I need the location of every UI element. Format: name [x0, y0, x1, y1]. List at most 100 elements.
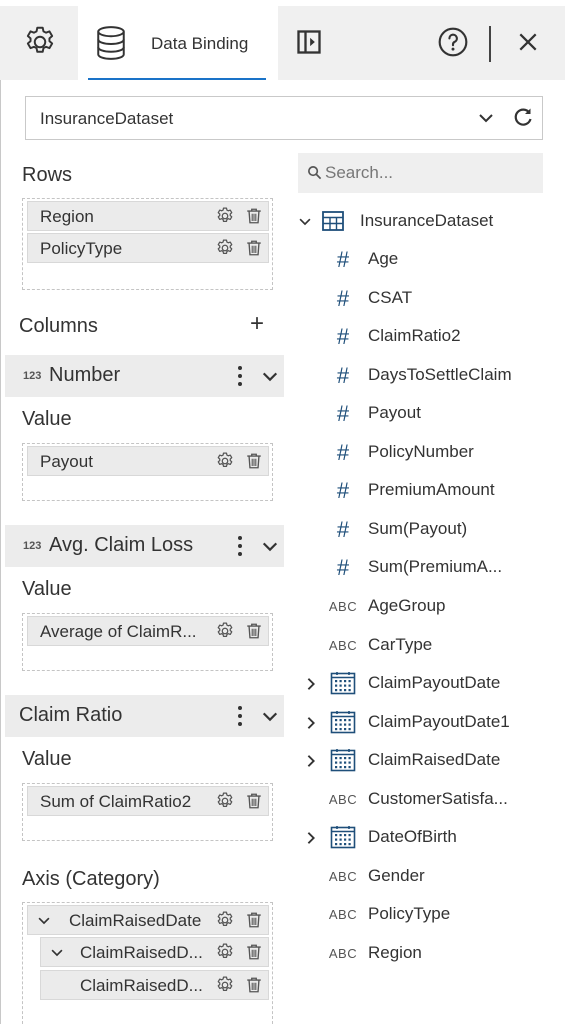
field-search[interactable]: Search... [298, 153, 543, 193]
tree-field-item[interactable]: ClaimPayoutDate1 [307, 706, 558, 738]
tree-field-item[interactable]: # DaysToSettleClaim [328, 359, 558, 391]
tree-field-item[interactable]: ABC PolicyType [328, 898, 558, 930]
value-label: Value [22, 578, 72, 600]
tree-field-label: CustomerSatisfa... [368, 789, 508, 808]
group-header-number[interactable]: 123 Number [5, 355, 284, 397]
help-button[interactable] [430, 6, 476, 78]
chevron-right-icon[interactable] [306, 716, 316, 730]
more-vertical-icon[interactable] [237, 365, 243, 387]
value-label: Value [22, 748, 72, 770]
rows-chip-label: PolicyType [40, 239, 123, 258]
toolbar-divider [489, 26, 491, 62]
gear-icon[interactable] [215, 206, 235, 226]
tree-field-label: DateOfBirth [368, 827, 457, 846]
tree-field-label: CarType [368, 635, 433, 654]
trash-icon[interactable] [245, 911, 263, 929]
dataset-select[interactable]: InsuranceDataset [25, 96, 543, 140]
tree-field-item[interactable]: ABC CustomerSatisfa... [328, 783, 558, 815]
value-dropzone[interactable]: Payout [22, 443, 273, 501]
tree-field-item[interactable]: ABC Region [328, 937, 558, 969]
refresh-icon[interactable] [511, 105, 535, 129]
gear-icon[interactable] [215, 621, 235, 641]
trash-icon[interactable] [245, 207, 263, 225]
gear-icon[interactable] [215, 910, 235, 930]
settings-tab[interactable] [12, 6, 68, 78]
close-button[interactable] [505, 6, 551, 78]
calendar-icon [330, 826, 356, 849]
gear-icon[interactable] [215, 451, 235, 471]
trash-icon[interactable] [245, 943, 263, 961]
chevron-down-icon[interactable] [260, 708, 280, 726]
rows-label: Rows [22, 164, 73, 186]
tree-field-item[interactable]: # Sum(Payout) [328, 513, 558, 545]
tree-field-item[interactable]: ABC Gender [328, 860, 558, 892]
tree-field-item[interactable]: DateOfBirth [307, 821, 558, 853]
gear-icon[interactable] [215, 791, 235, 811]
gear-icon[interactable] [215, 975, 235, 995]
rows-dropzone[interactable]: Region PolicyType [22, 198, 273, 290]
value-chip[interactable]: Average of ClaimR... [27, 616, 269, 646]
tab-data-binding[interactable]: Data Binding [78, 6, 278, 80]
rows-chip-label: Region [40, 207, 94, 226]
tree-field-item[interactable]: # Age [328, 243, 558, 275]
tree-field-item[interactable]: # PolicyNumber [328, 436, 558, 468]
tree-field-item[interactable]: ABC AgeGroup [328, 590, 558, 622]
value-dropzone[interactable]: Average of ClaimR... [22, 613, 273, 671]
value-chip[interactable]: Payout [27, 446, 269, 476]
tree-field-item[interactable]: # PremiumAmount [328, 474, 558, 506]
chevron-down-icon[interactable] [50, 947, 64, 959]
gear-icon [26, 26, 54, 53]
chevron-down-icon[interactable] [298, 216, 312, 228]
tree-field-label: PolicyNumber [368, 442, 474, 461]
value-chip[interactable]: Sum of ClaimRatio2 [27, 786, 269, 816]
trash-icon[interactable] [245, 792, 263, 810]
tree-field-item[interactable]: # Payout [328, 397, 558, 429]
tree-field-label: ClaimRatio2 [368, 326, 461, 345]
tree-field-label: ClaimPayoutDate1 [368, 712, 510, 731]
trash-icon[interactable] [245, 622, 263, 640]
trash-icon[interactable] [245, 239, 263, 257]
search-placeholder: Search... [325, 163, 394, 182]
group-header-avg-claim-loss[interactable]: 123 Avg. Claim Loss [5, 525, 284, 567]
chevron-down-icon[interactable] [260, 368, 280, 386]
rows-chip[interactable]: Region [27, 201, 269, 231]
gear-icon[interactable] [215, 238, 235, 258]
value-dropzone[interactable]: Sum of ClaimRatio2 [22, 783, 273, 841]
more-vertical-icon[interactable] [237, 705, 243, 727]
axis-chip[interactable]: ClaimRaisedD... [40, 937, 269, 967]
chevron-down-icon [479, 114, 493, 123]
chevron-right-icon[interactable] [306, 831, 316, 845]
axis-chip-label: ClaimRaisedD... [80, 943, 203, 962]
group-header-claim-ratio[interactable]: Claim Ratio [5, 695, 284, 737]
axis-dropzone[interactable]: ClaimRaisedDate ClaimRaisedD... ClaimRai… [22, 902, 273, 1024]
tree-field-item[interactable]: ABC CarType [328, 629, 558, 661]
tree-field-label: Payout [368, 403, 421, 422]
chevron-down-icon[interactable] [37, 915, 51, 927]
tree-root-dataset[interactable]: InsuranceDataset [298, 205, 558, 237]
numeric-badge: 123 [23, 370, 42, 382]
number-type-icon: # [336, 478, 350, 503]
more-vertical-icon[interactable] [237, 535, 243, 557]
trash-icon[interactable] [245, 976, 263, 994]
axis-chip[interactable]: ClaimRaisedD... [40, 970, 269, 1000]
group-title: Avg. Claim Loss [49, 534, 194, 556]
rows-chip[interactable]: PolicyType [27, 233, 269, 263]
chevron-down-icon[interactable] [260, 538, 280, 556]
chevron-right-icon[interactable] [306, 754, 316, 768]
tree-field-item[interactable]: # Sum(PremiumA... [328, 551, 558, 583]
chevron-right-icon[interactable] [306, 677, 316, 691]
axis-chip[interactable]: ClaimRaisedDate [27, 905, 269, 935]
gear-icon[interactable] [215, 942, 235, 962]
tree-field-item[interactable]: ClaimPayoutDate [307, 667, 558, 699]
trash-icon[interactable] [245, 452, 263, 470]
panel-toggle-button[interactable] [286, 6, 332, 78]
number-type-icon: # [336, 247, 350, 272]
value-chip-label: Average of ClaimR... [40, 622, 197, 641]
number-type-icon: # [336, 324, 350, 349]
tree-field-label: Sum(Payout) [368, 519, 468, 538]
database-icon [97, 26, 125, 60]
tree-field-item[interactable]: ClaimRaisedDate [307, 744, 558, 776]
tree-field-item[interactable]: # ClaimRatio2 [328, 320, 558, 352]
tree-field-item[interactable]: # CSAT [328, 282, 558, 314]
add-column-button[interactable]: + [250, 310, 264, 338]
